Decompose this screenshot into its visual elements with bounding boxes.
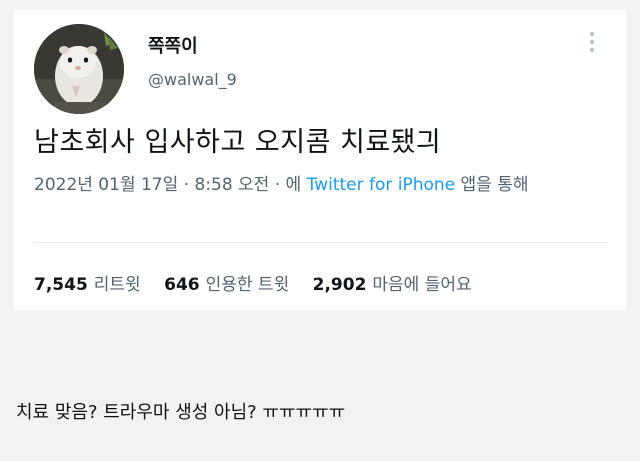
display-name[interactable]: 쪽쪽이 <box>148 32 198 58</box>
likes-stat[interactable]: 2,902 마음에 들어요 <box>313 270 472 295</box>
more-options-icon[interactable] <box>580 28 604 56</box>
retweets-count: 7,545 <box>34 275 88 295</box>
tweet-text: 남초회사 입사하고 오지콤 치료됐긔 <box>34 127 442 158</box>
quotes-count: 646 <box>164 275 200 295</box>
quotes-label: 인용한 트윗 <box>205 275 290 295</box>
comment-text: 치료 맞음? 트라우마 생성 아님? ㅠㅠㅠㅠㅠ <box>16 402 346 423</box>
retweets-stat[interactable]: 7,545 리트윗 <box>34 270 141 295</box>
via-prefix: 에 <box>285 175 307 195</box>
retweets-label: 리트윗 <box>93 275 141 295</box>
quotes-stat[interactable]: 646 인용한 트윗 <box>164 270 289 295</box>
user-handle[interactable]: @walwal_9 <box>148 70 237 89</box>
via-suffix: 앱을 통해 <box>455 175 529 195</box>
tweet-meta: 2022년 01월 17일 · 8:58 오전 · 에 Twitter for … <box>34 170 609 200</box>
tweet-card: 쪽쪽이 @walwal_9 남초회사 입사하고 오지콤 치료됐긔 2022년 0… <box>14 10 626 310</box>
hamster-avatar-icon <box>34 24 124 114</box>
avatar[interactable] <box>34 24 124 114</box>
likes-label: 마음에 들어요 <box>372 275 472 295</box>
tweet-datetime[interactable]: 2022년 01월 17일 · 8:58 오전 · <box>34 175 286 195</box>
tweet-source-link[interactable]: Twitter for iPhone <box>307 175 456 195</box>
tweet-stats: 7,545 리트윗 646 인용한 트윗 2,902 마음에 들어요 <box>34 270 490 295</box>
stats-divider <box>34 242 608 243</box>
likes-count: 2,902 <box>312 275 367 295</box>
